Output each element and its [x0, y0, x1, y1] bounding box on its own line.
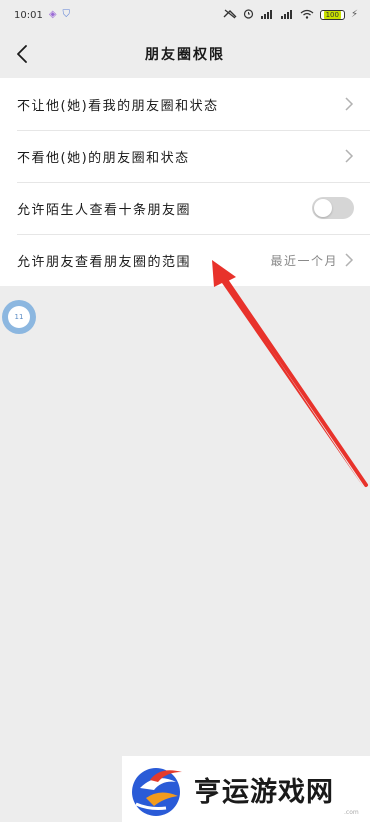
watermark-text: 亨运游戏网	[194, 776, 334, 808]
mute-icon	[223, 9, 237, 22]
row-label: 不看他(她)的朋友圈和状态	[17, 150, 190, 166]
floating-assistant-bubble[interactable]: 11	[2, 300, 36, 334]
alarm-icon	[243, 8, 254, 22]
settings-row-strangers-view: 允许陌生人查看十条朋友圈	[0, 182, 370, 234]
watermark-domain: .com	[344, 809, 359, 816]
battery-icon: 100	[319, 10, 345, 20]
chevron-right-icon	[345, 97, 354, 111]
app-notification-icon: ◈	[48, 9, 57, 20]
site-logo-icon	[132, 768, 182, 816]
signal-icon-1	[260, 9, 274, 22]
watermark: 亨运游戏网 .com	[122, 756, 370, 822]
row-label: 不让他(她)看我的朋友圈和状态	[17, 98, 219, 114]
bubble-badge: 11	[8, 306, 30, 328]
row-label: 允许朋友查看朋友圈的范围	[17, 254, 192, 270]
row-right: 最近一个月	[270, 252, 354, 269]
status-bar: 10:01 ◈ ⛉ 100 ⚡	[0, 0, 370, 30]
charging-icon: ⚡	[350, 9, 358, 20]
toggle-knob	[314, 199, 332, 217]
strangers-toggle[interactable]	[312, 197, 354, 219]
status-time: 10:01	[14, 9, 43, 21]
chevron-right-icon	[345, 149, 354, 163]
shield-icon: ⛉	[62, 9, 71, 20]
back-button[interactable]	[10, 42, 34, 66]
nav-bar: 朋友圈权限	[0, 30, 370, 78]
signal-icon-2	[280, 9, 294, 22]
chevron-left-icon	[17, 45, 27, 63]
settings-list: 不让他(她)看我的朋友圈和状态 不看他(她)的朋友圈和状态 允许陌生人查看十条朋…	[0, 78, 370, 286]
wifi-icon	[300, 9, 314, 22]
settings-row-hide-my-moments[interactable]: 不让他(她)看我的朋友圈和状态	[0, 78, 370, 130]
range-value: 最近一个月	[270, 253, 338, 268]
status-right: 100 ⚡	[223, 8, 358, 22]
page-title: 朋友圈权限	[145, 47, 225, 63]
battery-level: 100	[323, 11, 341, 19]
status-left: 10:01 ◈ ⛉	[14, 10, 70, 21]
settings-row-hide-their-moments[interactable]: 不看他(她)的朋友圈和状态	[0, 130, 370, 182]
chevron-right-icon	[345, 253, 354, 267]
row-label: 允许陌生人查看十条朋友圈	[17, 202, 192, 218]
settings-row-visible-range[interactable]: 允许朋友查看朋友圈的范围 最近一个月	[0, 234, 370, 286]
